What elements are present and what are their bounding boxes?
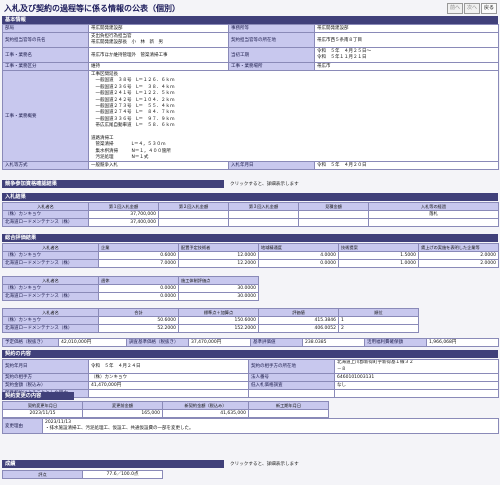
section-bid-result: 入札結果 [2,193,498,201]
value-base-eval: 238.0385 [302,338,365,347]
value-office: 帯広開発建設部 [314,24,499,33]
label-contractor-address: 契約の相手方の所在地 [248,359,335,374]
value-work-location: 帯広市 [314,62,499,71]
section-basic-info: 基本情報 [2,16,498,24]
overview-lines: 工事区間延長 一般国道 ３８号 L＝１２６．６ｋｍ 一般国道２３６号 L＝ ３８… [91,72,496,161]
value-initial-period: 令和 ５年 ４月２５日～ 令和 ５年１１月２１日 [314,47,499,63]
label-initial-period: 当初工期 [228,47,315,63]
label-department: 部局 [2,24,89,33]
label-overview: 工事・業務概要 [2,69,89,163]
page-title: 入札及び契約の過程等に係る情報の公表（個別） [4,4,180,13]
bid-header: 第３回入札金額 [228,202,299,211]
bid-result-table: 入札者名 第１回入札金額 第２回入札金額 第３回入札金額 見積金額 入札等の経過… [2,202,499,227]
label-bid-date: 入札年月日 [228,161,315,171]
label-officer-name: 契約担当官等の氏名 [2,32,89,48]
value-corporate-number: 6460101003131 [334,373,499,382]
label-contract-amount: 契約金額（税込み） [2,381,89,390]
value-survey-price: 37,470,000円 [188,338,251,347]
label-work-category: 工事・業務区分 [2,62,89,71]
eval-weekend-table: 入札者名 週休 施工体制評価点 （株）カンキョウ 0.0000 30.0000 北海… [2,276,259,301]
grade-table: 評点 77.6／100.0点 [2,470,163,479]
prev-button[interactable]: 前へ [447,3,463,14]
bid-header: 第２回入札金額 [158,202,229,211]
bidder-name: 北海道ロードメンテナンス（株） [2,218,89,227]
next-button[interactable]: 次へ [464,3,480,14]
label-contractor: 契約の相手方 [2,373,89,382]
value-work-name: 帯広市ほか維持管理外 管渠清掃工事 [88,47,229,63]
label-survey-price: 調査基準価格（税抜き） [126,338,189,347]
qualification-hint: クリックすると、詳細表示します [230,182,299,187]
label-planned-price: 予定価格（税抜き） [2,338,59,347]
label-work-name: 工事・業務名 [2,47,89,63]
value-officer-name: 支出負担行為担当官 帯広開発建設部長 小 林 新 男 [88,32,229,48]
bid-status: 落札 [368,210,499,219]
contract-change-table: 契約変更年月日 変更前金額 新契約金額（税込み） 新工期年月日 2023/11/… [2,401,329,418]
grade-hint: クリックすると、詳細表示します [230,462,299,467]
value-contract-date: 令和 ５年 ４月２４日 [88,359,249,374]
value-contract-amount: 41,470,000円 [88,381,249,390]
label-corporate-number: 法人番号 [248,373,335,382]
value-bid-date: 令和 ５年 ４月２０日 [314,161,499,171]
value-change-reason: 2023/11/13 ・排水施設清掃工、汚泥処理工、仮設工、共通仮設費の一部を変更… [42,418,499,434]
change-reason-table: 変更理由 2023/11/13 ・排水施設清掃工、汚泥処理工、仮設工、共通仮設費の… [2,418,499,434]
value-contractor: （株）カンキョウ [88,373,249,382]
label-grade: 評点 [2,470,83,479]
eval-total-table: 入札者名 合計 標準点＋加算点 評価値 順位 （株）カンキョウ 50.6000 15… [2,308,419,333]
section-grade[interactable]: 成績 [2,460,224,468]
section-evaluation: 総合評価結果 [2,234,498,242]
table-row: （株）カンキョウ 0.6000 12.0000 4.0000 1.5000 2.0000 [2,251,499,260]
contract-table: 契約年月日 令和 ５年 ４月２４日 契約の相手方の所在地 北海道上川郡新得町字新… [2,359,499,398]
label-welfare: 活用福利費確保額 [364,338,427,347]
bidder-name: （株）カンキョウ [2,210,89,219]
bid-header: 見積金額 [298,202,369,211]
back-button[interactable]: 戻る [481,3,497,14]
label-change-reason: 変更理由 [2,418,43,434]
value-contractor-address: 北海道上川郡新得町字新得基１線３２ －８ [334,359,499,374]
eval-score-table: 入札者名 企業 配置予定技術者 地域精通度 技術提案 賃上げの実施を表明した企業… [2,243,499,268]
top-bar: 入札及び契約の過程等に係る情報の公表（個別） 前へ 次へ 戻る [0,0,500,16]
label-work-location: 工事・業務場所 [228,62,315,71]
section-qualification[interactable]: 競争参加資格確認結果 [2,180,224,188]
value-overview: 工事区間延長 一般国道 ３８号 L＝１２６．６ｋｍ 一般国道２３６号 L＝ ３８… [88,69,499,163]
table-row: （株）カンキョウ 50.6000 150.6000 415.3846 1 [2,316,419,325]
label-officer-location: 契約担当官等の所在地 [228,32,315,48]
table-row: 北海道ロードメンテナンス（株） 7.0000 12.2000 0.0000 1.0000… [2,259,499,268]
value-planned-price: 42,010,000円 [58,338,127,347]
bid-header: 入札等の経過 [368,202,499,211]
label-base-eval: 基準評価値 [250,338,303,347]
value-work-category: 維持 [88,62,229,71]
table-row: 2023/11/15 165,000 41,635,000 [2,409,329,418]
bid-header: 第１回入札金額 [88,202,159,211]
table-row: （株）カンキョウ 37,700,000 落札 [2,210,499,219]
value-officer-location: 帯広市西５条南８丁目 [314,32,499,48]
value-department: 帯広開発建設部 [88,24,229,33]
table-row: 北海道ロードメンテナンス（株） 52.2000 152.2000 406.0052 2 [2,324,419,333]
section-contract: 契約の内容 [2,350,498,358]
value-low-bid-survey: なし [334,381,499,390]
table-row: 北海道ロードメンテナンス（株） 37,400,000 [2,218,499,227]
label-low-bid-survey: 低入札価格調査 [248,381,335,390]
value-grade: 77.6／100.0点 [82,470,163,479]
overview-line: 汚泥処理 N＝１式 [91,155,149,161]
value-bid-method: 一般競争入札 [88,161,229,171]
label-contract-date: 契約年月日 [2,359,89,374]
table-row: 北海道ロードメンテナンス（株） 0.0000 30.0000 [2,292,259,301]
table-row: （株）カンキョウ 0.0000 30.0000 [2,284,259,293]
label-office: 事務所等 [228,24,315,33]
section-contract-change: 契約変更の内容 [2,392,74,400]
price-summary-table: 予定価格（税抜き） 42,010,000円 調査基準価格（税抜き） 37,470… [2,338,499,347]
bid-header: 入札者名 [2,202,89,211]
value-welfare: 1,966,068円 [426,338,499,347]
basic-info-table: 部局 帯広開発建設部 事務所等 帯広開発建設部 契約担当官等の氏名 支出負担行為… [2,24,499,171]
label-bid-method: 入札等方式 [2,161,89,171]
